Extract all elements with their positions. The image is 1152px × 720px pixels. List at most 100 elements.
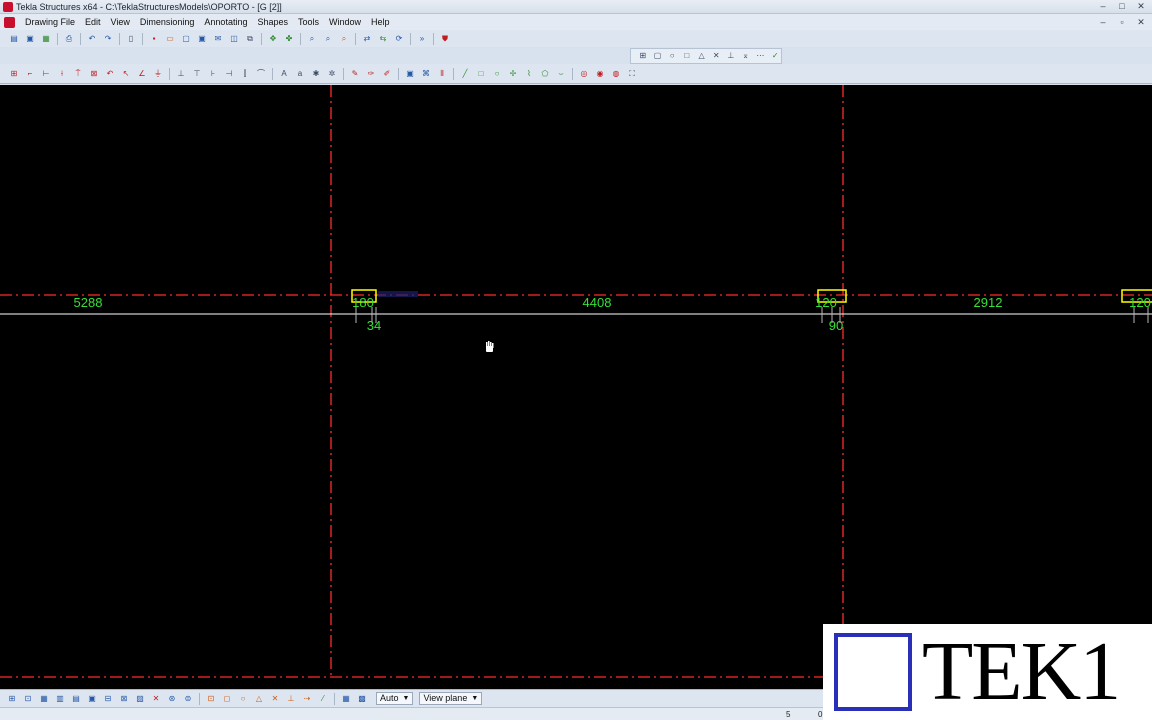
dimension-text-120-right[interactable]: 120 [1129,295,1151,310]
dimension-text-4408[interactable]: 4408 [583,295,612,310]
zoom-in-icon[interactable]: ⌕ [306,33,318,45]
snap-geometry-icon[interactable]: ○ [668,50,676,62]
snap-all-icon[interactable]: ⊞ [639,50,647,62]
dimension-text-2912[interactable]: 2912 [974,295,1003,310]
maximize-button[interactable]: □ [1117,1,1127,11]
angle-icon[interactable]: ∠ [136,68,148,80]
line-icon[interactable]: ╱ [459,68,471,80]
snap-mid-icon[interactable]: △ [253,693,265,705]
select-part-icon[interactable]: ▦ [38,693,50,705]
redraw-icon[interactable]: ✥ [267,33,279,45]
leader-icon[interactable]: ↖ [120,68,132,80]
mark-icon[interactable]: ✑ [365,68,377,80]
symbol-icon[interactable]: ✱ [310,68,322,80]
dimension-text-120[interactable]: 120 [815,295,837,310]
snap-extension-icon[interactable]: ⇢ [301,693,313,705]
doc-restore-button[interactable]: ▫ [1117,17,1127,27]
select-mark-icon[interactable]: ▥ [54,693,66,705]
exit-drawing-icon[interactable]: ⛊ [439,33,451,45]
snap-nearest-icon[interactable]: ⌅ [742,50,750,62]
view-properties-icon[interactable]: ▢ [180,33,192,45]
level-icon[interactable]: ⏚ [152,68,164,80]
snap-center-icon[interactable]: ◻ [221,693,233,705]
dimension-text-90[interactable]: 90 [829,318,843,333]
next-drawing-icon[interactable]: ⇄ [361,33,373,45]
arc-draw-icon[interactable]: ✢ [507,68,519,80]
dim-horizontal-icon[interactable]: ⊤ [191,68,203,80]
select-bolt-icon[interactable]: ▣ [86,693,98,705]
open-view-icon[interactable]: ▭ [164,33,176,45]
cloud-draw-icon[interactable]: ⌣ [555,68,567,80]
move-view-icon[interactable]: ⧉ [244,33,256,45]
zoom-window-icon[interactable]: ⌕ [338,33,350,45]
snap-reference-icon[interactable]: ▢ [654,50,662,62]
select-all-icon[interactable]: ⊞ [6,693,18,705]
undo-icon[interactable]: ↶ [86,33,98,45]
doc-close-button[interactable]: ✕ [1136,17,1146,27]
dimension-text-34[interactable]: 34 [367,318,381,333]
text-file-icon[interactable]: a [294,68,306,80]
detail-view-icon[interactable]: ◎ [578,68,590,80]
select-view-icon[interactable]: ⊡ [22,693,34,705]
snap-perp-icon[interactable]: ⊥ [285,693,297,705]
properties-icon[interactable]: ▯ [125,33,137,45]
snap-end-icon[interactable]: □ [683,50,691,62]
menu-view[interactable]: View [106,17,135,27]
menu-edit[interactable]: Edit [80,17,106,27]
snap-line-icon[interactable]: ⋯ [756,50,764,62]
save-as-icon[interactable]: ▦ [40,33,52,45]
select-link-icon[interactable]: ⊜ [182,693,194,705]
menu-window[interactable]: Window [324,17,366,27]
section-icon[interactable]: ⫴ [436,68,448,80]
create-view-icon[interactable]: ▣ [196,33,208,45]
arc-icon[interactable]: ↶ [104,68,116,80]
dim-curved-icon[interactable]: ⌒ [255,68,267,80]
dimension-text-5288[interactable]: 5288 [74,295,103,310]
dim-orthogonal-icon[interactable]: ⊣ [223,68,235,80]
dim-parallel-icon[interactable]: ⫿ [239,68,251,80]
weld-mark-icon[interactable]: ⍑ [72,68,84,80]
menu-tools[interactable]: Tools [293,17,324,27]
zoom-out-icon[interactable]: ⌕ [322,33,334,45]
menu-drawing-file[interactable]: Drawing File [20,17,80,27]
select-dim-icon[interactable]: ⊠ [118,693,130,705]
grid-icon[interactable]: ⊞ [8,68,20,80]
view-plane-dropdown[interactable]: View plane ▼ [419,692,483,705]
dim-free-icon[interactable]: ⊥ [175,68,187,80]
previous-drawing-icon[interactable]: ⇆ [377,33,389,45]
dim-vertical-icon[interactable]: ⊦ [207,68,219,80]
snap-circle-icon[interactable]: ○ [237,693,249,705]
doc-minimize-button[interactable]: – [1098,17,1108,27]
part-mark-icon[interactable]: ⟊ [56,68,68,80]
menu-help[interactable]: Help [366,17,395,27]
drawing-svg[interactable]: 5288 180 34 4408 120 90 2912 120 [0,85,1152,689]
mail-icon[interactable]: ✉ [212,33,224,45]
snap-ortho-icon[interactable]: ▩ [356,693,368,705]
redo-icon[interactable]: ↷ [102,33,114,45]
update-icon[interactable]: ✤ [283,33,295,45]
auto-dropdown[interactable]: Auto ▼ [376,692,414,705]
select-weld-icon[interactable]: ▤ [70,693,82,705]
rectangle-draw-icon[interactable]: □ [475,68,487,80]
snap-grid-icon[interactable]: ▦ [340,693,352,705]
link-icon[interactable]: ✐ [381,68,393,80]
open-drawing-icon[interactable]: ▤ [8,33,20,45]
select-grid-icon[interactable]: ⊟ [102,693,114,705]
drawing-doc-icon[interactable] [4,16,15,28]
menu-annotating[interactable]: Annotating [199,17,252,27]
hierarchy-icon[interactable]: ⛶ [626,68,638,80]
cloud-icon[interactable]: ⌘ [420,68,432,80]
save-icon[interactable]: ▣ [24,33,36,45]
curved-section-icon[interactable]: ◍ [610,68,622,80]
dim-h-icon[interactable]: ⊢ [40,68,52,80]
bolt-mark-icon[interactable]: ⊠ [88,68,100,80]
rectangle-icon[interactable]: ▣ [404,68,416,80]
snap-intersection-icon[interactable]: ✕ [712,50,720,62]
text-icon[interactable]: A [278,68,290,80]
drawing-list-icon[interactable]: ▪ [148,33,160,45]
close-button[interactable]: ✕ [1136,1,1146,11]
select-symbol-icon[interactable]: ⊛ [166,693,178,705]
dwg-icon[interactable]: ✲ [326,68,338,80]
snap-any-icon[interactable]: ⁄ [317,693,329,705]
snap-end-point-icon[interactable]: ⊡ [205,693,217,705]
